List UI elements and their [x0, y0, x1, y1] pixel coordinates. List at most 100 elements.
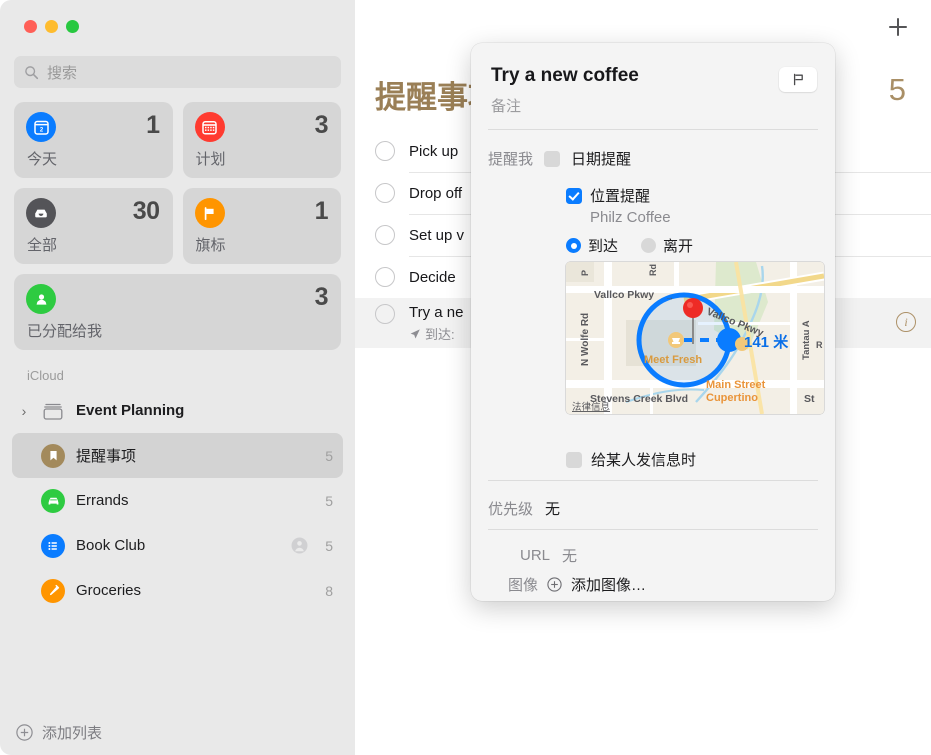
location-reminder-label: 位置提醒	[590, 188, 651, 205]
flagged-label: 旗标	[195, 237, 226, 254]
location-place-name: Philz Coffee	[590, 209, 671, 226]
svg-text:法律信息: 法律信息	[572, 401, 610, 413]
sidebar-item-label: 提醒事项	[76, 448, 137, 465]
flag-icon	[194, 198, 225, 228]
add-reminder-button[interactable]	[885, 14, 911, 40]
window-traffic-lights	[0, 0, 355, 52]
sidebar-item-label: Errands	[76, 492, 129, 509]
svg-text:Vallco Pkwy: Vallco Pkwy	[594, 289, 654, 301]
chevron-right-icon[interactable]: ›	[18, 404, 30, 418]
sidebar-item-label: Groceries	[76, 582, 142, 599]
scheduled-label: 计划	[195, 151, 226, 168]
smart-list-today[interactable]: 2 1 今天	[14, 102, 173, 178]
assigned-label: 已分配给我	[27, 323, 103, 340]
flag-outline-icon	[793, 73, 803, 86]
shared-person-icon	[291, 537, 308, 554]
search-input[interactable]: 搜索	[14, 56, 341, 88]
reminder-title: Decide	[409, 268, 456, 286]
divider	[488, 480, 818, 481]
complete-checkbox[interactable]	[375, 304, 395, 324]
car-icon	[41, 488, 65, 513]
priority-row[interactable]: 优先级 无	[488, 498, 560, 519]
sidebar-item-count: 8	[325, 582, 333, 599]
location-reminder-checkbox[interactable]	[566, 187, 582, 204]
priority-label: 优先级	[488, 501, 534, 518]
popover-title: Try a new coffee	[491, 65, 639, 86]
reminder-title: Try a ne	[409, 304, 464, 321]
sidebar-item-count: 5	[325, 537, 333, 554]
remind-me-row: 提醒我 日期提醒	[488, 148, 631, 169]
calendar-icon	[194, 112, 225, 142]
sidebar-item-count: 5	[325, 447, 333, 464]
messaging-reminder-checkbox[interactable]	[566, 451, 582, 468]
reminders-window: 搜索 2 1 今天 3 计划 30 全部 1 旗标 3 已分配给我 iCloud…	[0, 0, 931, 755]
complete-checkbox[interactable]	[375, 141, 395, 161]
svg-text:→: →	[665, 292, 674, 302]
inbox-tray-icon	[26, 198, 56, 228]
smart-list-assigned[interactable]: 3 已分配给我	[14, 274, 341, 350]
svg-text:Tantau A: Tantau A	[801, 320, 812, 360]
smart-list-all[interactable]: 30 全部	[14, 188, 173, 264]
reminder-detail-popover: Try a new coffee 备注 提醒我 日期提醒 位置提醒 Philz …	[471, 43, 835, 601]
sidebar-item-event-planning[interactable]: › Event Planning	[12, 388, 343, 433]
bookmark-icon	[41, 443, 65, 468]
today-label: 今天	[27, 151, 58, 168]
smart-list-tiles: 2 1 今天 3 计划 30 全部 1 旗标 3 已分配给我	[0, 102, 355, 350]
image-row[interactable]: 图像 添加图像…	[508, 574, 646, 595]
sidebar-item-groceries[interactable]: Groceries 8	[12, 568, 343, 613]
smart-list-scheduled[interactable]: 3 计划	[182, 102, 341, 178]
list-bullet-icon	[41, 533, 65, 558]
reminder-title: Pick up	[409, 142, 459, 160]
complete-checkbox[interactable]	[375, 225, 395, 245]
all-count: 30	[132, 197, 160, 225]
svg-text:Main Street: Main Street	[706, 379, 766, 391]
url-row[interactable]: URL 无	[520, 545, 577, 566]
complete-checkbox[interactable]	[375, 183, 395, 203]
remind-me-label: 提醒我	[488, 151, 534, 168]
sidebar-item-book-club[interactable]: Book Club 5	[12, 523, 343, 568]
carrot-icon	[41, 578, 65, 603]
svg-text:2: 2	[39, 127, 43, 133]
leave-label: 离开	[663, 238, 694, 255]
person-icon	[26, 284, 56, 314]
svg-text:Rd: Rd	[648, 264, 658, 276]
messaging-reminder-label: 给某人发信息时	[591, 452, 697, 469]
page-count: 5	[888, 72, 906, 107]
location-map[interactable]: Vallco Pkwy → N Wolfe Rd Vallco Pkwy Ste…	[566, 262, 824, 414]
add-list-button[interactable]: 添加列表	[0, 709, 355, 755]
complete-checkbox[interactable]	[375, 267, 395, 287]
sidebar-item-errands[interactable]: Errands 5	[12, 478, 343, 523]
plus-circle-icon	[16, 723, 33, 741]
scheduled-count: 3	[314, 111, 329, 139]
all-label: 全部	[27, 237, 58, 254]
plus-circle-icon	[547, 577, 562, 592]
sidebar-item-label: Event Planning	[76, 402, 185, 419]
add-image-label: 添加图像…	[571, 577, 647, 594]
svg-text:R: R	[816, 340, 823, 350]
minimize-button[interactable]	[45, 19, 58, 33]
assigned-count: 3	[314, 283, 329, 311]
search-icon	[25, 65, 39, 79]
account-section-label: iCloud	[27, 368, 64, 383]
date-reminder-label: 日期提醒	[571, 151, 632, 168]
calendar-day-icon: 2	[26, 112, 56, 142]
sidebar-item-reminders[interactable]: 提醒事项 5	[12, 433, 343, 478]
image-label: 图像	[508, 577, 539, 594]
info-button[interactable]: i	[896, 312, 916, 332]
flag-button[interactable]	[779, 67, 817, 92]
sidebar: 搜索 2 1 今天 3 计划 30 全部 1 旗标 3 已分配给我 iCloud…	[0, 0, 355, 755]
svg-text:Meet Fresh: Meet Fresh	[644, 354, 702, 366]
smart-list-flagged[interactable]: 1 旗标	[182, 188, 341, 264]
svg-text:P: P	[580, 270, 590, 276]
messaging-reminder-row: 给某人发信息时	[566, 449, 696, 470]
location-reminder-row: 位置提醒	[566, 185, 650, 206]
leave-radio[interactable]	[641, 238, 657, 253]
arrive-radio[interactable]	[566, 238, 581, 253]
divider	[488, 129, 818, 130]
arrive-label: 到达	[588, 238, 619, 255]
date-reminder-checkbox[interactable]	[544, 150, 561, 167]
zoom-button[interactable]	[66, 19, 79, 33]
close-button[interactable]	[24, 19, 37, 33]
notes-input[interactable]: 备注	[491, 95, 521, 116]
location-arrow-icon	[410, 328, 420, 338]
